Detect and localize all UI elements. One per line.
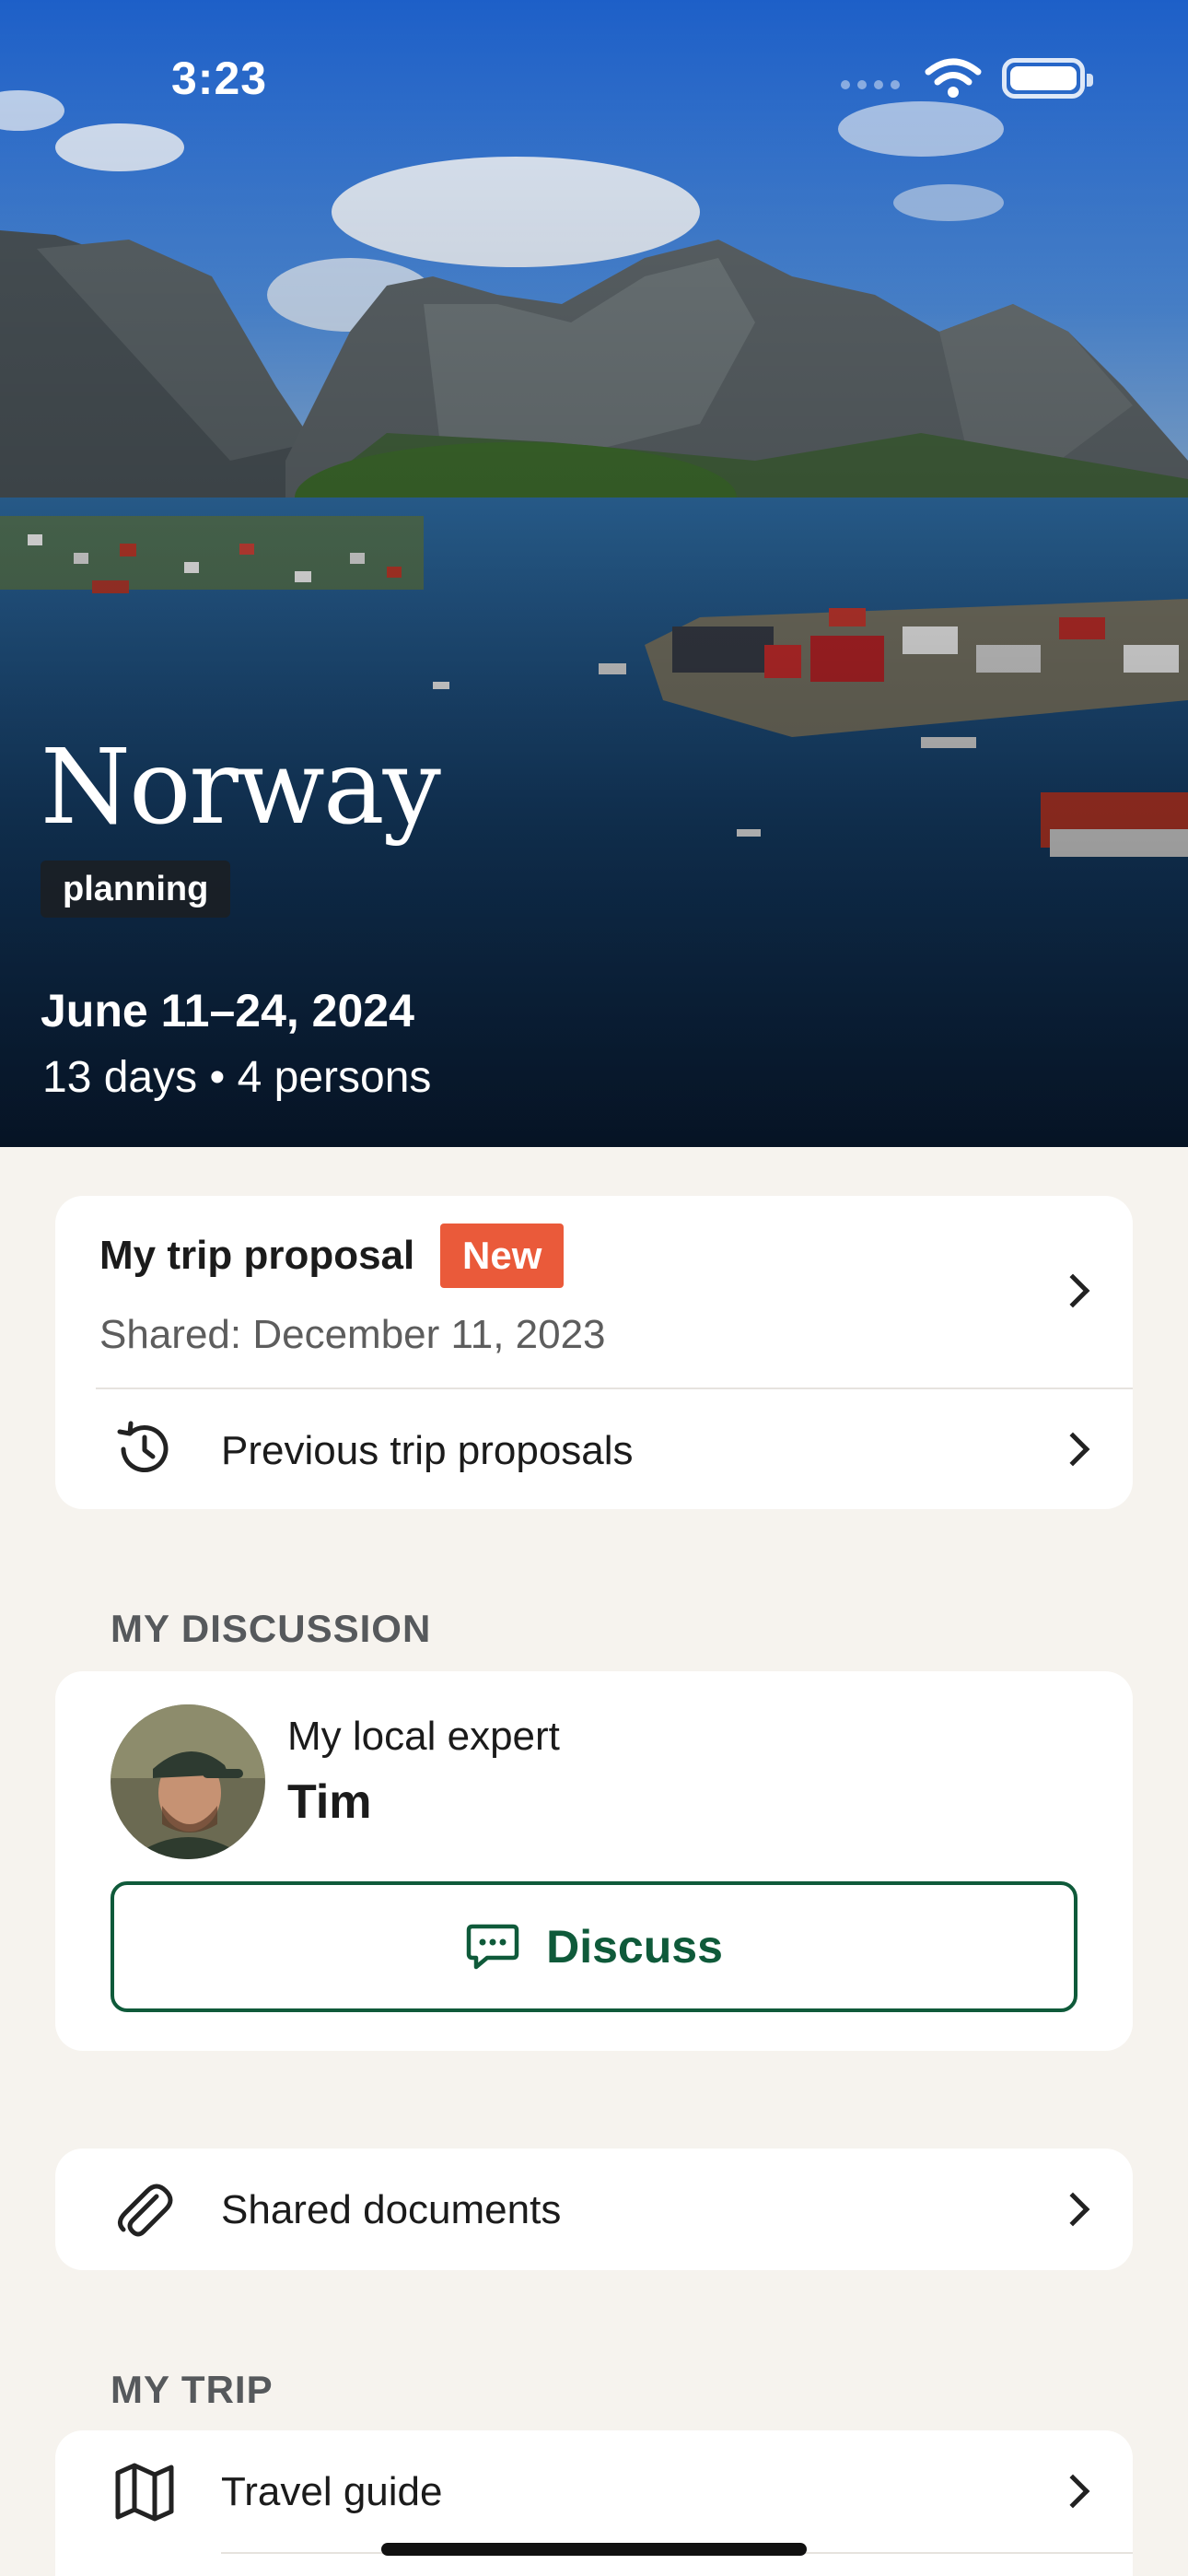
travel-guide-row[interactable]: Travel guide [55,2430,1133,2552]
chat-bubble-icon [466,1924,519,1970]
trip-duration-persons: 13 days • 4 persons [42,1053,432,1102]
status-bar-icons [840,57,1093,100]
trip-dates: June 11–24, 2024 [41,985,414,1036]
expert-avatar [111,1704,265,1859]
section-label-my-trip: MY TRIP [111,2368,274,2411]
status-bar-time: 3:23 [171,53,268,104]
home-indicator[interactable] [381,2543,807,2556]
chevron-right-icon [1055,1273,1090,1308]
battery-icon [1002,58,1093,99]
section-label-my-discussion: MY DISCUSSION [111,1607,432,1650]
new-badge: New [440,1224,565,1288]
discussion-card: My local expert Tim Discuss [55,1671,1133,2051]
shared-documents-row[interactable]: Shared documents [55,2149,1133,2270]
wifi-icon [925,58,982,98]
travel-guide-label: Travel guide [221,2469,443,2514]
proposal-title: My trip proposal [99,1233,415,1278]
trip-overview-screen: 3:23 Norway planning June 11–24, 2024 13… [0,0,1188,2576]
discuss-button[interactable]: Discuss [111,1881,1077,2012]
hero-photo-fjord [0,0,1188,1147]
expert-role-label: My local expert [287,1714,560,1759]
trip-proposal-card: My trip proposal New Shared: December 11… [55,1196,1133,1509]
proposal-shared-date: Shared: December 11, 2023 [99,1312,606,1357]
discuss-button-label: Discuss [546,1921,723,1973]
my-trip-proposal-row[interactable]: My trip proposal New Shared: December 11… [55,1196,1133,1388]
hero-banner: 3:23 Norway planning June 11–24, 2024 13… [0,0,1188,1147]
chevron-right-icon [1055,1432,1090,1467]
chevron-right-icon [1055,2192,1090,2227]
signal-icon [841,80,900,89]
paperclip-icon [118,2184,173,2237]
map-icon [115,2463,174,2522]
chevron-right-icon [1055,2474,1090,2509]
previous-proposals-label: Previous trip proposals [221,1428,634,1473]
trip-status-badge: planning [41,861,231,918]
expert-name: Tim [287,1775,372,1829]
trip-destination-title: Norway [41,728,441,848]
shared-documents-label: Shared documents [221,2187,562,2232]
previous-trip-proposals-row[interactable]: Previous trip proposals [55,1389,1133,1509]
history-icon [117,1421,169,1473]
